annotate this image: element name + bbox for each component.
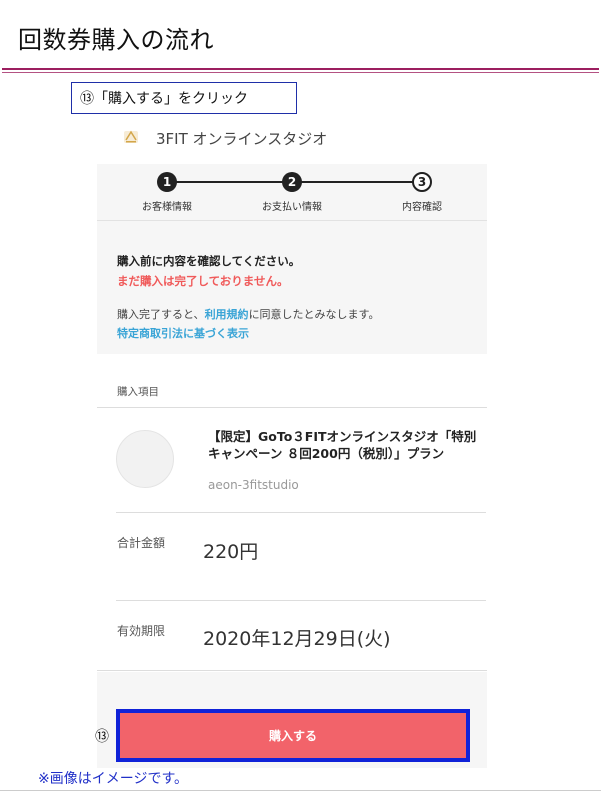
checkout-stepper: 1 2 3 お客様情報 お支払い情報 内容確認	[97, 164, 487, 221]
title-divider-thin	[2, 72, 599, 73]
total-label: 合計金額	[117, 536, 166, 550]
step-1-label: お客様情報	[142, 202, 192, 213]
purchase-items-label: 購入項目	[117, 386, 159, 398]
instruction-callout: ⑬「購入する」をクリック	[71, 82, 297, 114]
product-name: 【限定】GoTo３FITオンラインスタジオ「特別キャンペーン ８回200円（税別…	[208, 429, 477, 461]
product-thumbnail	[116, 430, 174, 488]
buy-button[interactable]: 購入する	[116, 709, 470, 762]
row-divider	[116, 512, 486, 513]
app-name: 3FIT オンラインスタジオ	[156, 130, 328, 148]
bottom-divider	[0, 790, 601, 791]
stepper-line-2	[292, 181, 422, 183]
not-complete-warning: まだ購入は完了しておりません。	[117, 274, 289, 288]
terms-agreement-text: 購入完了すると、利用規約に同意したとみなします。	[117, 306, 379, 322]
section-divider	[97, 670, 487, 671]
step-2-indicator: 2	[282, 172, 302, 192]
image-disclaimer: ※画像はイメージです。	[38, 771, 189, 787]
product-slug: aeon-3fitstudio	[208, 478, 299, 492]
confirm-heading: 購入前に内容を確認してください。	[117, 254, 301, 268]
slide-title: 回数券購入の流れ	[18, 26, 214, 54]
3fit-logo-icon	[124, 130, 138, 143]
step-2-label: お支払い情報	[262, 202, 322, 213]
row-divider	[116, 600, 486, 601]
stepper-line-1	[167, 181, 292, 183]
step-3-indicator: 3	[412, 172, 432, 192]
step-3-label: 内容確認	[402, 202, 442, 213]
title-divider	[2, 68, 599, 70]
agree-prefix: 購入完了すると、	[117, 308, 205, 321]
terms-link[interactable]: 利用規約	[205, 308, 249, 321]
step-1-indicator: 1	[157, 172, 177, 192]
agree-suffix: に同意したとみなします。	[248, 308, 380, 321]
section-divider	[97, 407, 487, 408]
commercial-law-link[interactable]: 特定商取引法に基づく表示	[117, 325, 249, 341]
expiry-label: 有効期限	[117, 624, 166, 638]
step-marker: ⑬	[95, 729, 109, 745]
total-value: 220円	[203, 541, 259, 563]
expiry-value: 2020年12月29日(火)	[203, 628, 391, 650]
